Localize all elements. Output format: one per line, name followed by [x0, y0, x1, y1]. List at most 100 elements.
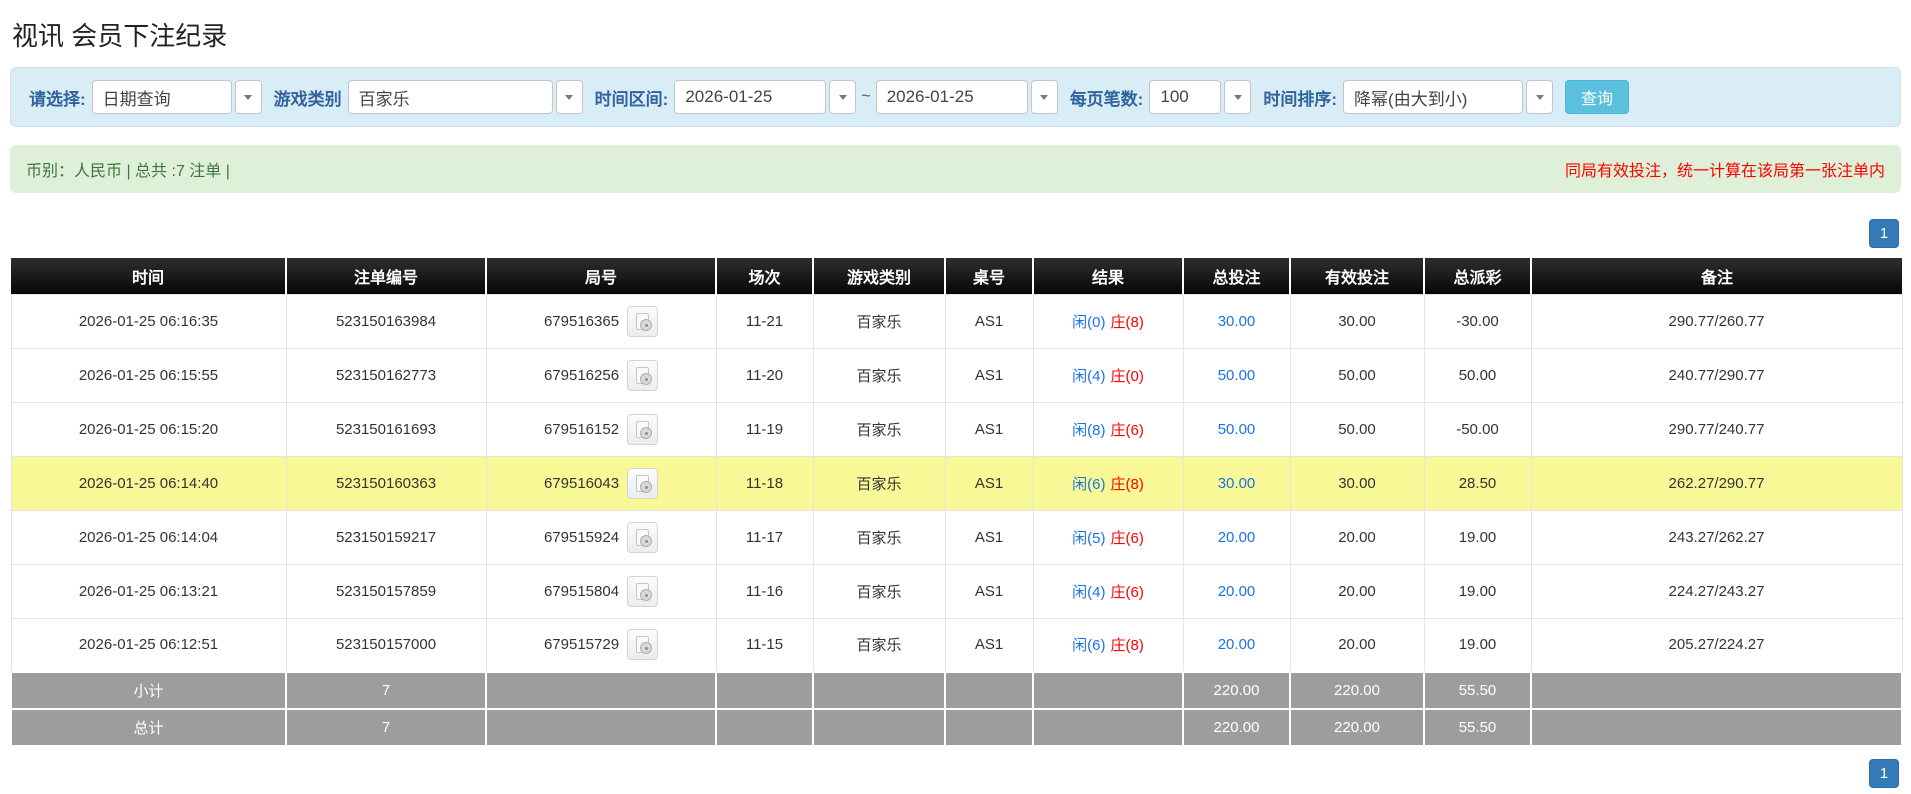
- game-type-cell: 百家乐: [812, 455, 946, 511]
- bet-id-cell: 523150157000: [285, 617, 487, 673]
- page-size-select[interactable]: 100: [1149, 80, 1222, 114]
- payout-cell: 19.00: [1423, 509, 1532, 565]
- video-file-icon: [636, 312, 653, 331]
- game-type-caret-button[interactable]: [555, 80, 583, 114]
- time-cell: 2026-01-25 06:12:51: [10, 617, 287, 673]
- total-bet-cell: 20.00: [1182, 563, 1291, 619]
- table-row: 2026-01-25 06:13:21 523150157859 6795158…: [10, 563, 1903, 619]
- round-cell: 679516365: [485, 293, 717, 349]
- time-sort-label: 时间排序:: [1263, 89, 1338, 109]
- bet-id-cell: 523150163984: [285, 293, 487, 349]
- date-from-caret-button[interactable]: [829, 80, 857, 114]
- summary-currency-count: 币别：人民币 | 总共 :7 注单 |: [26, 163, 230, 180]
- game-type-cell: 百家乐: [812, 401, 946, 457]
- result-cell: 闲(6) 庄(8): [1032, 617, 1184, 673]
- time-cell: 2026-01-25 06:13:21: [10, 563, 287, 619]
- remark-cell: 205.27/224.27: [1530, 617, 1903, 673]
- search-button[interactable]: 查询: [1565, 80, 1630, 114]
- total-bet-link[interactable]: 20.00: [1218, 636, 1256, 653]
- chevron-down-icon: [244, 94, 253, 100]
- banker-result: 庄(0): [1110, 367, 1144, 385]
- query-type-select[interactable]: 日期查询: [91, 80, 232, 114]
- time-sort-caret-button[interactable]: [1526, 80, 1554, 114]
- query-type-value: 日期查询: [102, 89, 171, 109]
- date-to-caret-button[interactable]: [1030, 80, 1058, 114]
- video-replay-button[interactable]: [627, 629, 659, 661]
- payout-cell: 50.00: [1423, 347, 1532, 403]
- total-bet-link[interactable]: 20.00: [1218, 583, 1256, 600]
- player-result: 闲(0): [1072, 313, 1106, 331]
- total-bet-link[interactable]: 50.00: [1218, 367, 1256, 384]
- summary-bar: 币别：人民币 | 总共 :7 注单 | 同局有效投注，统一计算在该局第一张注单内: [10, 145, 1901, 193]
- total-row: 总计 7 220.00 220.00 55.50: [10, 708, 1903, 747]
- query-type-caret-button[interactable]: [234, 80, 262, 114]
- session-cell: 11-17: [715, 509, 814, 565]
- empty-cell: [485, 708, 717, 747]
- total-bet-cell: 30.00: [1182, 293, 1291, 349]
- game-type-cell: 百家乐: [812, 293, 946, 349]
- empty-cell: [1530, 708, 1903, 747]
- session-cell: 11-15: [715, 617, 814, 673]
- table-header-row: 时间 注单编号 局号 场次 游戏类别 桌号 结果 总投注 有效投注 总派彩 备注: [11, 258, 1902, 294]
- video-file-icon: [636, 474, 653, 493]
- remark-cell: 262.27/290.77: [1530, 455, 1903, 511]
- total-bet-link[interactable]: 50.00: [1218, 421, 1256, 438]
- empty-cell: [1530, 671, 1903, 710]
- payout-cell: -30.00: [1423, 293, 1532, 349]
- chevron-down-icon: [1535, 94, 1544, 100]
- empty-cell: [485, 671, 717, 710]
- header-payout: 总派彩: [1424, 258, 1532, 294]
- result-cell: 闲(4) 庄(0): [1032, 347, 1184, 403]
- player-result: 闲(6): [1072, 475, 1106, 493]
- total-bet-link[interactable]: 30.00: [1218, 313, 1256, 330]
- bet-id-cell: 523150161693: [285, 401, 487, 457]
- time-cell: 2026-01-25 06:14:40: [10, 455, 287, 511]
- session-cell: 11-18: [715, 455, 814, 511]
- subtotal-valid-bet: 220.00: [1289, 671, 1425, 710]
- bet-id-cell: 523150162773: [285, 347, 487, 403]
- result-cell: 闲(0) 庄(8): [1032, 293, 1184, 349]
- pagination-bottom: 1: [10, 759, 1899, 788]
- table-row: 2026-01-25 06:14:40 523150160363 6795160…: [10, 455, 1903, 511]
- video-replay-button[interactable]: [627, 413, 659, 445]
- subtotal-payout: 55.50: [1423, 671, 1532, 710]
- page-number-button[interactable]: 1: [1869, 759, 1899, 788]
- video-replay-button[interactable]: [627, 467, 659, 499]
- empty-cell: [1032, 671, 1184, 710]
- video-replay-button[interactable]: [627, 575, 659, 607]
- empty-cell: [944, 708, 1034, 747]
- date-to-value: 2026-01-25: [886, 87, 974, 106]
- chevron-down-icon: [838, 94, 847, 100]
- video-replay-button[interactable]: [627, 521, 659, 553]
- total-bet-link[interactable]: 20.00: [1218, 529, 1256, 546]
- empty-cell: [812, 671, 946, 710]
- payout-cell: -50.00: [1423, 401, 1532, 457]
- date-to-select[interactable]: 2026-01-25: [875, 80, 1028, 114]
- video-replay-button[interactable]: [627, 305, 659, 337]
- page-number-button[interactable]: 1: [1869, 219, 1899, 248]
- page-size-caret-button[interactable]: [1224, 80, 1252, 114]
- time-range-label: 时间区间:: [594, 89, 669, 109]
- payout-cell: 28.50: [1423, 455, 1532, 511]
- bet-id-cell: 523150159217: [285, 509, 487, 565]
- subtotal-label: 小计: [10, 671, 287, 710]
- valid-bet-cell: 50.00: [1289, 401, 1425, 457]
- player-result: 闲(5): [1072, 529, 1106, 547]
- records-table: 时间 注单编号 局号 场次 游戏类别 桌号 结果 总投注 有效投注 总派彩 备注…: [10, 258, 1903, 747]
- table-row: 2026-01-25 06:15:20 523150161693 6795161…: [10, 401, 1903, 457]
- total-bet-link[interactable]: 30.00: [1218, 475, 1256, 492]
- date-from-select[interactable]: 2026-01-25: [674, 80, 827, 114]
- time-cell: 2026-01-25 06:15:55: [10, 347, 287, 403]
- time-sort-select[interactable]: 降幂(由大到小): [1343, 80, 1524, 114]
- chevron-down-icon: [565, 94, 574, 100]
- remark-cell: 290.77/260.77: [1530, 293, 1903, 349]
- game-type-select[interactable]: 百家乐: [347, 80, 553, 114]
- payout-cell: 19.00: [1423, 617, 1532, 673]
- header-round: 局号: [486, 258, 717, 294]
- banker-result: 庄(8): [1110, 475, 1144, 493]
- video-replay-button[interactable]: [627, 359, 659, 391]
- remark-cell: 224.27/243.27: [1530, 563, 1903, 619]
- table-row: 2026-01-25 06:16:35 523150163984 6795163…: [10, 293, 1903, 349]
- table-no-cell: AS1: [944, 509, 1034, 565]
- video-file-icon: [636, 366, 653, 385]
